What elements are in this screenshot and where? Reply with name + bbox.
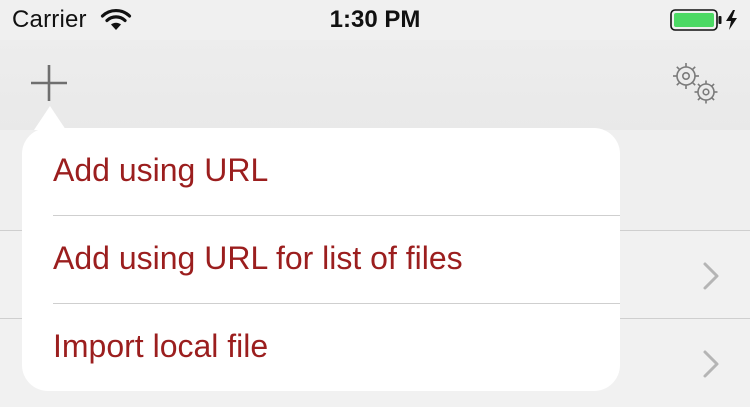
menu-item-add-using-url[interactable]: Add using URL: [22, 128, 620, 216]
chevron-right-icon: [703, 262, 719, 290]
menu-item-label: Add using URL: [53, 152, 269, 188]
add-button[interactable]: [24, 60, 74, 106]
menu-item-label: Import local file: [53, 328, 269, 364]
chevron-right-icon: [703, 350, 719, 378]
menu-item-add-using-url-list[interactable]: Add using URL for list of files: [22, 216, 620, 304]
menu-item-label: Add using URL for list of files: [53, 240, 463, 276]
battery-icon: [670, 9, 737, 31]
add-menu-popover: Add using URL Add using URL for list of …: [22, 128, 620, 391]
status-time: 1:30 PM: [329, 6, 421, 33]
status-bar: Carrier 1:30 PM: [0, 0, 750, 40]
navigation-bar: [0, 40, 750, 130]
plus-icon: [31, 65, 67, 101]
popover-arrow: [34, 106, 66, 130]
menu-item-import-local-file[interactable]: Import local file: [22, 304, 620, 391]
settings-button[interactable]: [668, 60, 724, 110]
gears-icon: [673, 63, 718, 104]
